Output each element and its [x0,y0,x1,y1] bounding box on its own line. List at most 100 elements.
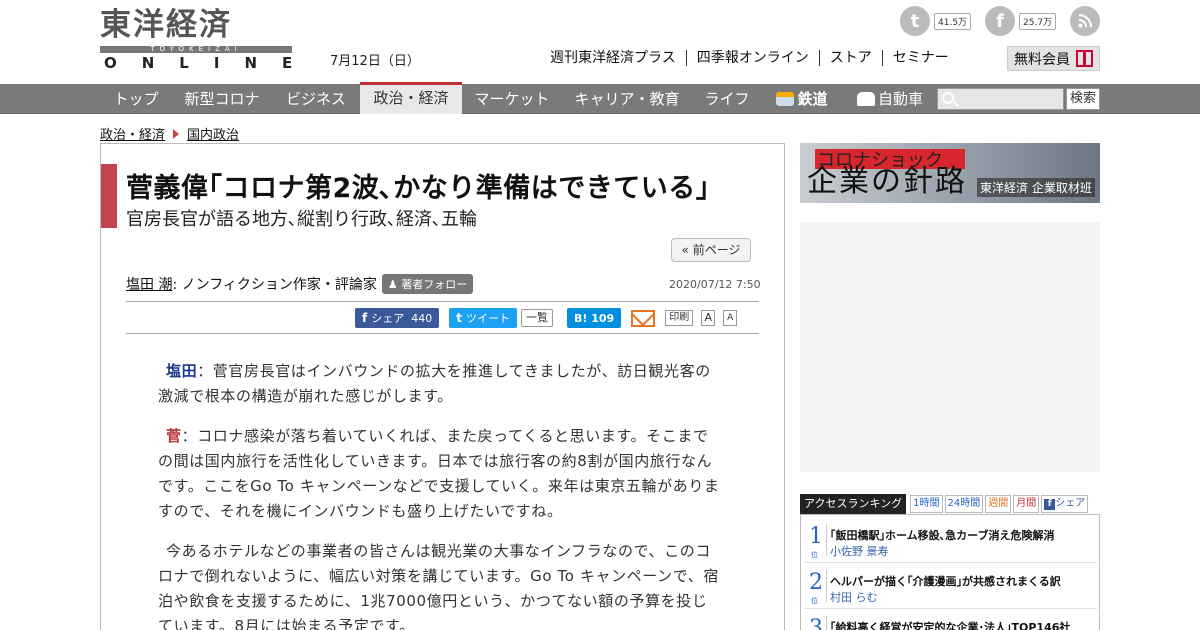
share-toolbar: f シェア 440 t ツイート 一覧 B! 109 印刷 A A [355,308,745,328]
rank-number: 3 [809,616,823,630]
article-title: 菅義偉｢コロナ第2波､かなり準備はできている｣ [126,173,710,204]
nav-item-business[interactable]: ビジネス [272,84,360,114]
ranking-tab-share-label: シェア [1055,498,1086,509]
nav-item-top[interactable]: トップ [100,84,172,114]
facebook-share-count: 440 [411,311,433,325]
font-small-button[interactable]: A [723,310,738,326]
title-accent-bar [101,164,117,228]
ranking-list: 1 位 ｢飯田橋駅｣ホーム移設､急カーブ消え危険解消 小佐野 景寿 2 位 ヘル… [800,514,1100,630]
ranking-item-author[interactable]: 小佐野 景寿 [830,543,889,559]
rank-suffix: 位 [811,597,818,605]
ranking-title: アクセスランキング [800,494,907,514]
twitter-follow[interactable]: t 41.5万 [900,6,972,36]
main-nav: トップ 新型コロナ ビジネス 政治・経済 マーケット キャリア・教育 ライフ 鉄… [0,82,1200,114]
nav-item-career[interactable]: キャリア・教育 [562,84,692,114]
site-logo[interactable]: 東洋経済 TOYOKEIZAI ONLINE [100,7,292,72]
chevron-right-icon [173,128,180,139]
top-link[interactable]: セミナー [881,50,959,66]
facebook-follow[interactable]: f 25.7万 [985,6,1057,36]
article-subtitle: 官房長官が語る地方､縦割り行政､経済､五輪 [126,209,477,230]
nav-item-market[interactable]: マーケット [462,84,562,114]
logo-text-bottom: ONLINE [104,54,318,72]
tweet-label: ツイート [465,312,510,325]
facebook-icon[interactable]: f [985,6,1015,36]
font-large-button[interactable]: A [701,310,716,326]
ranking-tab-weekly[interactable]: 週間 [985,495,1012,513]
author-name[interactable]: 塩田 潮 [126,274,172,294]
article-body: 塩田：菅官房長官はインバウンドの拡大を推進してきましたが、訪日観光客の激減で根本… [158,359,723,630]
rss-follow[interactable] [1070,6,1100,36]
tweet-button[interactable]: t ツイート [449,308,517,328]
breadcrumb-item[interactable]: 政治・経済 [100,124,165,143]
nav-item-politics-economy[interactable]: 政治・経済 [360,82,462,114]
author-follow-button[interactable]: ♟ 著者フォロー [381,274,474,294]
nav-item-corona[interactable]: 新型コロナ [172,84,272,114]
search-button[interactable]: 検索 [1066,88,1100,110]
tweet-list-button[interactable]: 一覧 [520,309,553,327]
free-member-label: 無料会員 [1014,51,1070,68]
facebook-icon: f [362,311,368,325]
divider [126,333,759,334]
author-line: 塩田 潮 : ノンフィクション作家・評論家 ♟ 著者フォロー [126,274,474,294]
corona-shock-banner[interactable]: コロナショック 企業の針路 東洋経済 企業取材班 [800,143,1100,203]
banner-line3: 東洋経済 企業取材班 [977,178,1095,197]
twitter-count: 41.5万 [934,12,972,30]
ranking-tab-monthly[interactable]: 月間 [1013,495,1040,513]
hatena-bookmark-button[interactable]: B! 109 [566,308,622,328]
paragraph-text: ：菅官房長官はインバウンドの拡大を推進してきましたが、訪日観光客の激減で根本の構… [158,362,711,405]
ranking-item-title[interactable]: ヘルパーが描く｢介護漫画｣が共感されまくる訳 [830,573,1061,589]
ranking-item[interactable]: 1 位 ｢飯田橋駅｣ホーム移設､急カーブ消え危険解消 小佐野 景寿 [805,519,1097,563]
train-icon [776,92,795,106]
top-link[interactable]: 四季報オンライン [685,50,819,66]
breadcrumb-item[interactable]: 国内政治 [187,124,239,143]
top-links: 週刊東洋経済プラス 四季報オンライン ストア セミナー [550,50,959,66]
rank-number: 2 [809,570,823,595]
mail-icon[interactable] [631,309,656,327]
article: 菅義偉｢コロナ第2波､かなり準備はできている｣ 官房長官が語る地方､縦割り行政､… [100,143,785,630]
facebook-share-button[interactable]: f シェア 440 [355,308,440,328]
logo-text-sub: TOYOKEIZAI [150,45,242,53]
ranking-item[interactable]: 2 位 ヘルパーが描く｢介護漫画｣が共感されまくる訳 村田 らむ [805,565,1097,609]
nav-item-car[interactable]: 自動車 [848,84,932,114]
rss-icon[interactable] [1070,6,1100,36]
hatena-count: 109 [591,311,615,325]
divider [826,524,827,556]
prev-page-button[interactable]: « 前ページ [671,238,751,262]
banner-line2: 企業の針路 [807,164,967,199]
nav-item-life[interactable]: ライフ [692,84,762,114]
search-input[interactable] [937,88,1064,110]
hatena-icon: B! [573,311,588,325]
car-icon [856,92,875,106]
logo-text-top: 東洋経済 [100,7,232,43]
facebook-share-label: シェア [371,312,405,325]
person-icon: ♟ [387,278,402,291]
rank-suffix: 位 [811,551,818,559]
ranking-item-author[interactable]: 村田 らむ [830,589,878,605]
twitter-icon[interactable]: t [900,6,930,36]
author-role: : ノンフィクション作家・評論家 [172,277,377,293]
ranking-tab-1h[interactable]: 1時間 [910,495,943,513]
nav-item-railway-label: 鉄道 [797,90,828,108]
twitter-icon: t [456,311,462,325]
paragraph: 今あるホテルなどの事業者の皆さんは観光業の大事なインフラなので、このコロナで倒れ… [158,539,723,630]
site-header: 東洋経済 TOYOKEIZAI ONLINE 7月12日（日） 週刊東洋経済プラ… [0,0,1200,84]
divider [126,301,759,302]
current-date: 7月12日（日） [330,54,420,69]
free-member-button[interactable]: 無料会員 [1007,46,1100,71]
ranking-tab-24h[interactable]: 24時間 [944,495,984,513]
facebook-icon: f [1044,499,1056,510]
ranking-item-title[interactable]: ｢飯田橋駅｣ホーム移設､急カーブ消え危険解消 [830,527,1055,543]
print-button[interactable]: 印刷 [665,310,694,326]
speaker-name: 塩田 [166,362,198,380]
top-link[interactable]: ストア [818,50,882,66]
ranking-item[interactable]: 3 ｢給料高く経営が安定的な企業･法人｣TOP146社 [805,611,1097,630]
ranking-tab-share[interactable]: f シェア [1041,495,1089,513]
top-link[interactable]: 週刊東洋経済プラス [550,50,686,66]
ad-slot[interactable] [800,222,1100,472]
gift-icon [1076,50,1093,67]
author-follow-label: 著者フォロー [401,278,468,291]
divider [826,570,827,602]
ranking-item-title[interactable]: ｢給料高く経営が安定的な企業･法人｣TOP146社 [830,619,1070,630]
nav-item-railway[interactable]: 鉄道 [766,84,838,114]
breadcrumb: 政治・経済 国内政治 [100,124,239,143]
